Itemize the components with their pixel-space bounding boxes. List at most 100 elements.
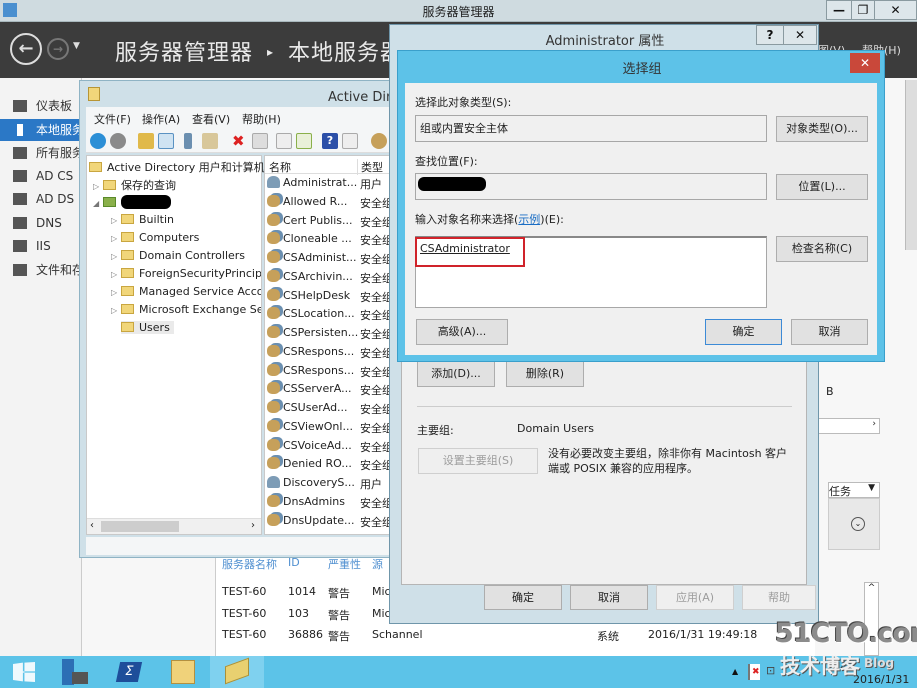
list-item[interactable]: DiscoveryS... 用户 (267, 476, 397, 495)
help-icon[interactable]: ? (322, 133, 338, 149)
console-icon[interactable] (342, 133, 358, 149)
explorer-app[interactable] (156, 656, 210, 688)
restore-button[interactable]: ❐ (851, 0, 875, 20)
sidebar-item-dashboard[interactable]: 仪表板 (0, 95, 82, 117)
show-tree-icon[interactable] (158, 133, 174, 149)
sidebar-item-adds[interactable]: AD DS (0, 188, 82, 210)
column-header-type[interactable]: 类型 (357, 159, 383, 175)
cut-icon[interactable] (184, 133, 192, 149)
tree-item-saved-queries[interactable]: ▷ 保存的查询 (93, 177, 176, 193)
examples-link[interactable]: 示例 (518, 213, 540, 226)
scroll-right-button[interactable]: › (818, 418, 880, 434)
apply-button[interactable]: 应用(A) (656, 585, 734, 610)
scroll-right-icon[interactable]: › (251, 520, 255, 531)
column-header-severity[interactable]: 严重性 (328, 556, 361, 572)
advanced-button[interactable]: 高级(A)... (416, 319, 508, 345)
menu-file[interactable]: 文件(F) (94, 111, 131, 127)
select-ok-button[interactable]: 确定 (705, 319, 782, 345)
main-scrollbar[interactable] (905, 80, 917, 250)
set-primary-group-button[interactable]: 设置主要组(S) (418, 448, 538, 474)
ok-button[interactable]: 确定 (484, 585, 562, 610)
menu-view[interactable]: 查看(V) (192, 111, 230, 127)
tree-item-users[interactable]: Users (121, 321, 174, 334)
list-item[interactable]: CSUserAd... 安全组 (267, 401, 397, 420)
tree-item-managed-service[interactable]: ▷Managed Service Accounts (111, 285, 261, 298)
tree-hscrollbar[interactable]: ‹ › (87, 518, 261, 534)
list-item[interactable]: CSVoiceAd... 安全组 (267, 438, 397, 458)
dialog-close-button[interactable]: ✕ (783, 25, 817, 45)
remove-button[interactable]: 删除(R) (506, 361, 584, 387)
minimize-button[interactable]: — (826, 0, 852, 20)
list-item[interactable]: CSAdminist... 安全组 (267, 251, 397, 270)
menu-action[interactable]: 操作(A) (142, 111, 180, 127)
properties-icon[interactable] (252, 133, 268, 149)
list-item[interactable]: CSViewOnl... 安全组 (267, 419, 397, 439)
column-header-server[interactable]: 服务器名称 (222, 556, 277, 572)
tree-root[interactable]: Active Directory 用户和计算机 (89, 159, 265, 175)
collapse-arrow-icon[interactable]: ◢ (93, 199, 103, 208)
up-folder-icon[interactable] (138, 133, 154, 149)
close-button[interactable]: ✕ (874, 0, 917, 20)
network-icon[interactable]: ⊡ (766, 664, 780, 680)
forward-button[interactable]: → (47, 38, 69, 60)
sidebar-item-adcs[interactable]: AD CS (0, 165, 82, 187)
list-item[interactable]: CSServerA... 安全组 (267, 382, 397, 401)
list-item[interactable]: Allowed R... 安全组 (267, 194, 397, 214)
select-group-close-button[interactable]: ✕ (850, 53, 880, 73)
list-item[interactable]: CSPersisten... 安全组 (267, 326, 397, 345)
sidebar-item-iis[interactable]: IIS (0, 235, 82, 257)
dialog-help-button[interactable]: ? (756, 25, 784, 45)
select-cancel-button[interactable]: 取消 (791, 319, 868, 345)
back-arrow-icon[interactable] (90, 133, 106, 149)
help-button[interactable]: 帮助 (742, 585, 816, 610)
tree-item-exchange[interactable]: ▷Microsoft Exchange Security Groups (111, 303, 261, 316)
list-item[interactable]: CSRespons... 安全组 (267, 363, 397, 383)
tree-item-foreign-security[interactable]: ▷ForeignSecurityPrincipals (111, 267, 261, 280)
users-icon[interactable] (371, 133, 387, 149)
export-icon[interactable] (296, 133, 312, 149)
list-item[interactable]: Cert Publis... 安全组 (267, 213, 397, 233)
locations-button[interactable]: 位置(L)... (776, 174, 868, 200)
sidebar-item-local-server[interactable]: 本地服务器 (0, 119, 82, 141)
tree-item-domain[interactable]: ◢ (93, 195, 171, 209)
tree-item-computers[interactable]: ▷ Computers (111, 231, 199, 244)
tray-expand-icon[interactable]: ▲ (732, 667, 738, 676)
menu-help[interactable]: 帮助(H) (242, 111, 281, 127)
list-item[interactable]: Administrat... 用户 (267, 176, 397, 195)
back-button[interactable]: ← (10, 33, 42, 65)
tree-item-domain-controllers[interactable]: ▷ Domain Controllers (111, 249, 245, 262)
list-item[interactable]: Denied RO... 安全组 (267, 457, 397, 476)
list-item[interactable]: Cloneable ... 安全组 (267, 232, 397, 251)
ad-users-app[interactable] (210, 656, 264, 688)
sidebar-item-all-servers[interactable]: 所有服务器 (0, 142, 82, 164)
add-button[interactable]: 添加(D)... (417, 361, 495, 387)
powershell-app[interactable]: Σ (102, 656, 156, 688)
column-header-name[interactable]: 名称 (269, 159, 291, 175)
list-item[interactable]: CSHelpDesk 安全组 (267, 288, 397, 308)
expand-arrow-icon[interactable]: ▷ (93, 182, 103, 191)
start-button[interactable] (0, 656, 54, 688)
list-item[interactable]: CSRespons... 安全组 (267, 344, 397, 364)
server-manager-app[interactable] (48, 656, 102, 688)
cancel-button[interactable]: 取消 (570, 585, 648, 610)
scroll-thumb[interactable] (101, 521, 179, 532)
sidebar-item-dns[interactable]: DNS (0, 212, 82, 234)
action-center-flag-icon[interactable]: ✖ (748, 664, 760, 680)
breadcrumb-root[interactable]: 服务器管理器 (115, 41, 253, 66)
paste-icon[interactable] (202, 133, 218, 149)
list-item[interactable]: CSLocation... 安全组 (267, 307, 397, 326)
check-names-button[interactable]: 检查名称(C) (776, 236, 868, 262)
forward-arrow-icon[interactable] (110, 133, 126, 149)
delete-icon[interactable]: ✖ (232, 133, 248, 149)
list-item[interactable]: DnsUpdate... 安全组 (267, 513, 397, 533)
expand-icon[interactable]: ⌄ (851, 517, 865, 531)
list-item[interactable]: DnsAdmins 安全组 (267, 494, 397, 514)
sidebar-item-file-storage[interactable]: 文件和存储服务 (0, 259, 82, 281)
scroll-left-icon[interactable]: ‹ (90, 520, 94, 531)
refresh-icon[interactable] (276, 133, 292, 149)
tree-item-builtin[interactable]: ▷ Builtin (111, 213, 174, 226)
object-types-button[interactable]: 对象类型(O)... (776, 116, 868, 142)
list-item[interactable]: CSArchivin... 安全组 (267, 269, 397, 289)
tasks-dropdown[interactable]: 任务 ▼ (828, 482, 880, 498)
history-dropdown-icon[interactable]: ▼ (73, 41, 80, 51)
